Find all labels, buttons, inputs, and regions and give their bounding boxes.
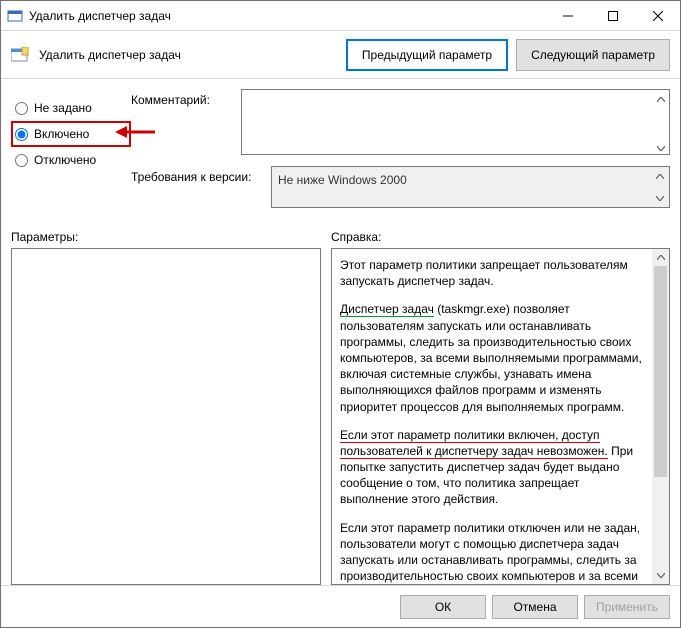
app-icon	[7, 8, 23, 24]
radio-disabled-input[interactable]	[15, 154, 28, 167]
help-panel: Этот параметр политики запрещает пользов…	[331, 248, 670, 585]
window-title: Удалить диспетчер задач	[29, 9, 545, 23]
comment-textarea[interactable]	[241, 89, 670, 155]
header-label: Удалить диспетчер задач	[39, 48, 346, 62]
scroll-thumb[interactable]	[654, 266, 667, 477]
comment-label: Комментарий:	[131, 89, 241, 158]
help-p2: Диспетчер задач (taskmgr.exe) позволяет …	[340, 301, 647, 414]
policy-editor-dialog: Удалить диспетчер задач Удалить диспетче…	[0, 0, 681, 628]
help-scrollbar[interactable]	[652, 249, 669, 584]
radio-not-configured-input[interactable]	[15, 102, 28, 115]
header-row: Удалить диспетчер задач Предыдущий парам…	[1, 31, 680, 79]
scroll-up-icon[interactable]	[652, 249, 669, 266]
cancel-button[interactable]: Отмена	[492, 595, 578, 619]
radio-not-configured-label: Не задано	[34, 101, 92, 115]
requirements-box: Не ниже Windows 2000	[271, 166, 670, 208]
state-radio-group: Не задано Включено Отключено	[11, 89, 131, 216]
help-text: Этот параметр политики запрещает пользов…	[332, 249, 669, 584]
requirements-value: Не ниже Windows 2000	[278, 173, 407, 187]
chevron-up-icon[interactable]	[652, 168, 668, 184]
minimize-button[interactable]	[545, 1, 590, 30]
help-p4: Если этот параметр политики отключен или…	[340, 520, 647, 584]
policy-icon	[11, 47, 31, 63]
params-panel	[11, 248, 321, 585]
next-setting-button[interactable]: Следующий параметр	[516, 39, 670, 71]
radio-enabled-input[interactable]	[15, 128, 28, 141]
scroll-track[interactable]	[652, 266, 669, 567]
help-p1: Этот параметр политики запрещает пользов…	[340, 257, 647, 289]
radio-enabled[interactable]: Включено	[11, 121, 131, 147]
params-panel-label: Параметры:	[11, 230, 331, 244]
radio-not-configured[interactable]: Не задано	[11, 95, 131, 121]
chevron-up-icon[interactable]	[653, 91, 669, 107]
help-p3: Если этот параметр политики включен, дос…	[340, 427, 647, 508]
ok-button[interactable]: ОК	[400, 595, 486, 619]
close-button[interactable]	[635, 1, 680, 30]
radio-disabled[interactable]: Отключено	[11, 147, 131, 173]
scroll-down-icon[interactable]	[652, 567, 669, 584]
annotation-arrow	[115, 125, 155, 139]
maximize-button[interactable]	[590, 1, 635, 30]
radio-disabled-label: Отключено	[34, 153, 96, 167]
chevron-down-icon[interactable]	[653, 140, 669, 156]
titlebar: Удалить диспетчер задач	[1, 1, 680, 31]
footer: ОК Отмена Применить	[1, 585, 680, 627]
help-panel-label: Справка:	[331, 230, 381, 244]
radio-enabled-label: Включено	[34, 127, 89, 141]
chevron-down-icon[interactable]	[652, 190, 668, 206]
apply-button[interactable]: Применить	[584, 595, 670, 619]
previous-setting-button[interactable]: Предыдущий параметр	[346, 39, 508, 71]
requirements-label: Требования к версии:	[131, 166, 271, 208]
